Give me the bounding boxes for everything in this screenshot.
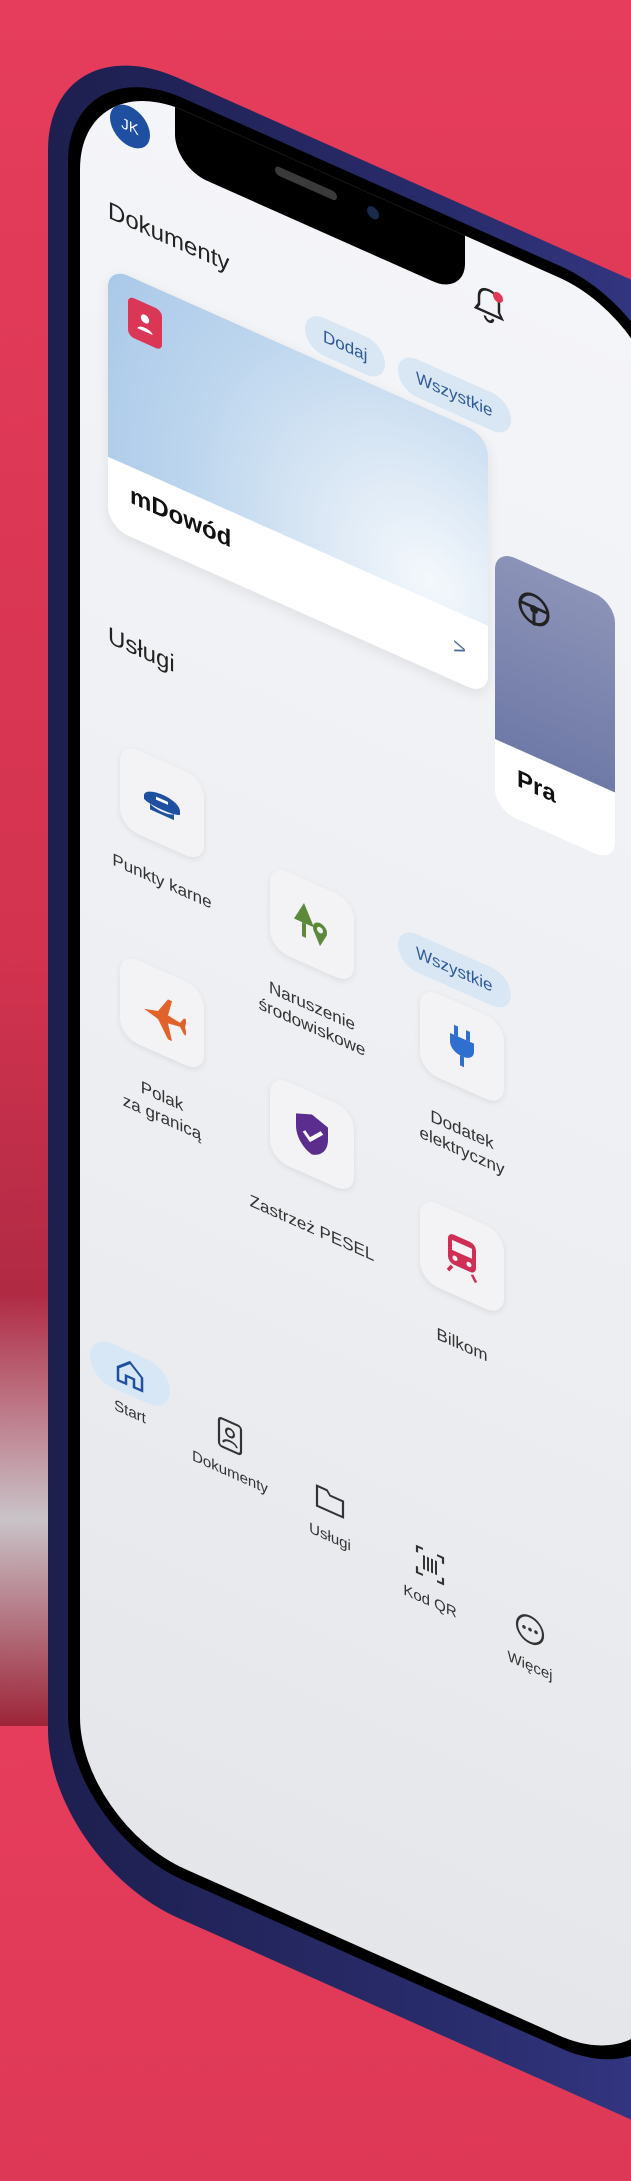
cap-icon (144, 791, 180, 821)
folder-icon (310, 1472, 350, 1530)
tab-wiecej[interactable]: Więcej (470, 1583, 590, 1701)
service-tile-pesel[interactable] (270, 1073, 354, 1196)
plane-icon (144, 999, 186, 1042)
service-tile-polak[interactable] (120, 952, 204, 1074)
qr-icon (410, 1536, 450, 1594)
more-icon (510, 1601, 550, 1659)
service-tile-naruszenie[interactable] (270, 863, 354, 986)
chevron-right-icon: > (453, 632, 466, 664)
train-icon (446, 1234, 478, 1283)
avatar[interactable]: JK (110, 97, 150, 156)
notifications-bell-icon[interactable] (472, 279, 506, 332)
speaker (275, 165, 337, 202)
driving-license-card[interactable]: Pra (495, 549, 615, 863)
app-screen: JK Dokumenty Dodaj Wszystkie mDowód > Pr… (80, 64, 631, 2083)
bottom-tab-bar: Start Dokumenty Usługi Kod QR Więcej (80, 1329, 631, 1729)
card-title: Pra (517, 764, 556, 810)
card-artwork (495, 549, 615, 793)
plug-icon (450, 1024, 474, 1068)
documents-heading: Dokumenty (108, 196, 230, 278)
services-heading: Usługi (108, 621, 175, 679)
home-icon (90, 1333, 170, 1414)
service-label: Punkty karne (112, 849, 212, 913)
service-tile-bilkom[interactable] (420, 1195, 504, 1318)
service-label: Naruszenie środowiskowe (258, 977, 366, 1061)
service-tile-punkty-karne[interactable] (120, 742, 204, 864)
card-artwork (108, 266, 488, 626)
service-label: Dodatek elektryczny (419, 1106, 505, 1180)
mdowod-card[interactable]: mDowód > (108, 266, 488, 696)
camera (367, 204, 379, 222)
phone-frame: JK Dokumenty Dodaj Wszystkie mDowód > Pr… (48, 20, 631, 2181)
service-label: Zastrzeż PESEL (249, 1190, 375, 1266)
service-label: Polak za granicą (122, 1077, 202, 1145)
service-label: Bilkom (436, 1323, 488, 1366)
tree-pin-icon (294, 902, 327, 947)
screen-bezel: JK Dokumenty Dodaj Wszystkie mDowód > Pr… (68, 46, 631, 2100)
id-card-icon (210, 1407, 250, 1465)
tab-label: Start (114, 1396, 146, 1428)
shield-check-icon (296, 1113, 328, 1155)
